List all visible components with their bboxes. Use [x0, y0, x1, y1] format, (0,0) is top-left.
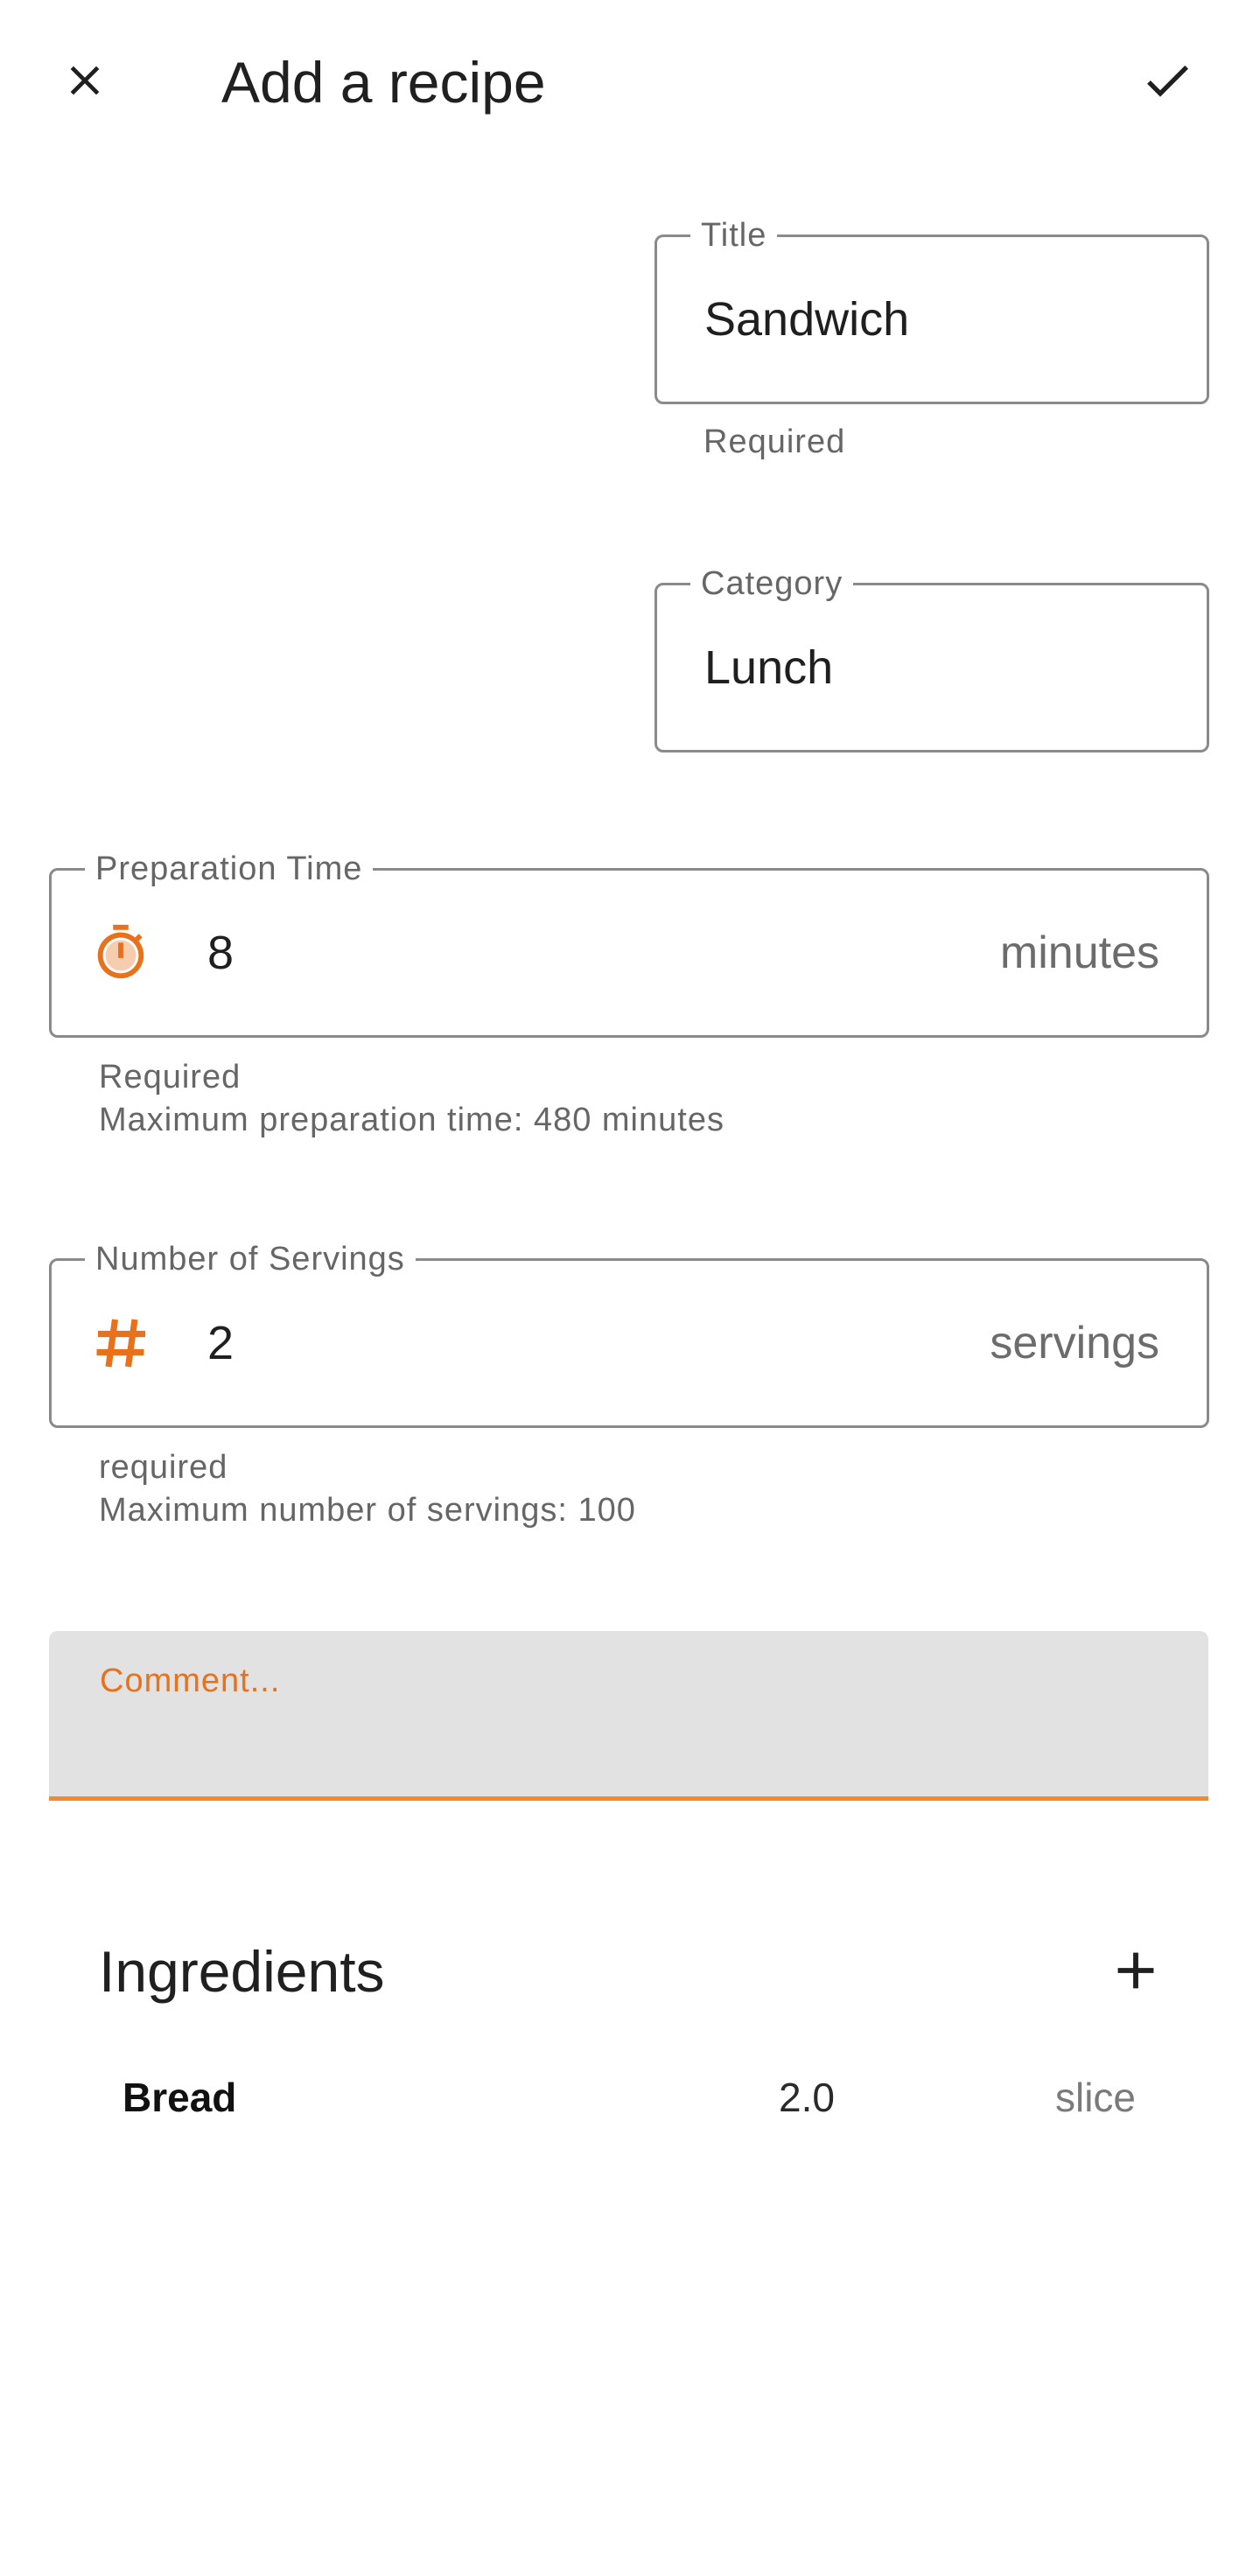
prep-time-suffix: minutes	[999, 928, 1159, 978]
prep-time-field[interactable]: Preparation Time 8 minutes	[49, 850, 1209, 1038]
plus-icon	[1105, 1940, 1166, 2006]
comment-field[interactable]: Comment...	[49, 1631, 1208, 1801]
ingredients-title: Ingredients	[99, 1939, 385, 2004]
title-field[interactable]: Title Sandwich	[654, 216, 1209, 404]
category-field[interactable]: Category Lunch	[654, 564, 1209, 752]
page-title: Add a recipe	[221, 50, 546, 115]
hash-icon	[90, 1261, 153, 1425]
close-icon	[60, 56, 109, 109]
ingredient-unit: slice	[1054, 2075, 1136, 2120]
ingredient-quantity: 2.0	[779, 2075, 835, 2120]
title-field-helper: Required	[704, 424, 846, 460]
add-ingredient-button[interactable]	[1087, 1923, 1185, 2021]
timer-icon	[90, 871, 151, 1035]
check-icon	[1139, 52, 1195, 113]
servings-field[interactable]: Number of Servings 2 servings	[49, 1240, 1209, 1428]
title-field-value[interactable]: Sandwich	[704, 237, 909, 402]
prep-time-helper-required: Required	[99, 1059, 242, 1096]
prep-time-value[interactable]: 8	[207, 871, 234, 1035]
save-recipe-button[interactable]	[1118, 33, 1216, 131]
close-button[interactable]	[36, 33, 134, 131]
servings-value[interactable]: 2	[207, 1261, 234, 1425]
servings-suffix: servings	[990, 1318, 1159, 1368]
ingredient-name: Bread	[122, 2075, 237, 2120]
servings-helper-required: required	[99, 1449, 228, 1486]
category-field-value[interactable]: Lunch	[704, 585, 833, 750]
comment-field-label: Comment...	[100, 1662, 281, 1699]
servings-helper-max: Maximum number of servings: 100	[99, 1492, 636, 1529]
prep-time-helper-max: Maximum preparation time: 480 minutes	[99, 1102, 724, 1138]
